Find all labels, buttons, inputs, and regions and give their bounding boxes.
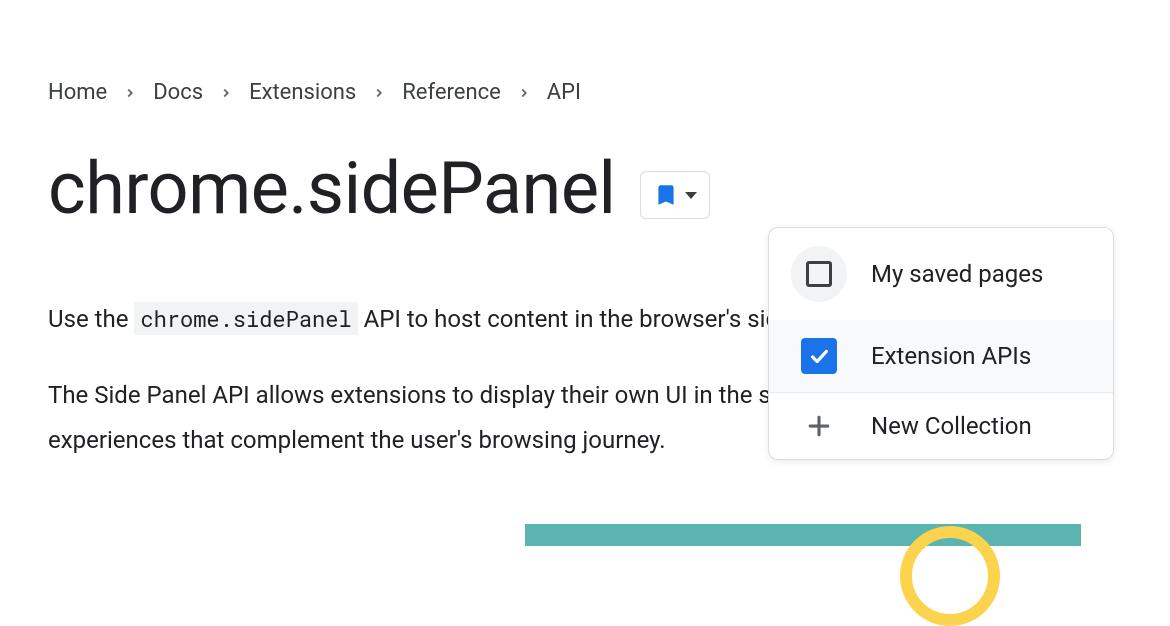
dropdown-item-label: My saved pages [871, 260, 1043, 288]
dropdown-item-my-saved-pages[interactable]: My saved pages [769, 228, 1113, 320]
dropdown-item-label: Extension APIs [871, 342, 1031, 370]
dropdown-item-extension-apis[interactable]: Extension APIs [769, 320, 1113, 392]
bookmark-icon [653, 182, 679, 208]
chevron-right-icon [372, 86, 386, 100]
breadcrumb-api[interactable]: API [547, 80, 581, 105]
breadcrumb-home[interactable]: Home [48, 80, 107, 105]
breadcrumb-reference[interactable]: Reference [402, 80, 501, 105]
chevron-right-icon [219, 86, 233, 100]
dropdown-new-collection[interactable]: New Collection [769, 393, 1113, 459]
bookmark-dropdown-button[interactable] [640, 171, 710, 219]
page-title: chrome.sidePanel [48, 153, 616, 225]
chevron-right-icon [517, 86, 531, 100]
checkbox-unchecked-icon [791, 246, 847, 302]
plus-icon [791, 411, 847, 441]
dropdown-item-label: New Collection [871, 412, 1032, 440]
chevron-right-icon [123, 86, 137, 100]
breadcrumb-docs[interactable]: Docs [153, 80, 203, 105]
decorative-yellow-circle [900, 526, 1000, 626]
code-inline: chrome.sidePanel [134, 302, 357, 335]
bookmark-dropdown-menu: My saved pages Extension APIs New Collec… [768, 227, 1114, 460]
breadcrumb-extensions[interactable]: Extensions [249, 80, 356, 105]
decorative-teal-bar [525, 524, 1081, 546]
checkbox-checked-icon [791, 338, 847, 374]
breadcrumb: Home Docs Extensions Reference API [48, 80, 1170, 105]
caret-down-icon [685, 192, 697, 199]
